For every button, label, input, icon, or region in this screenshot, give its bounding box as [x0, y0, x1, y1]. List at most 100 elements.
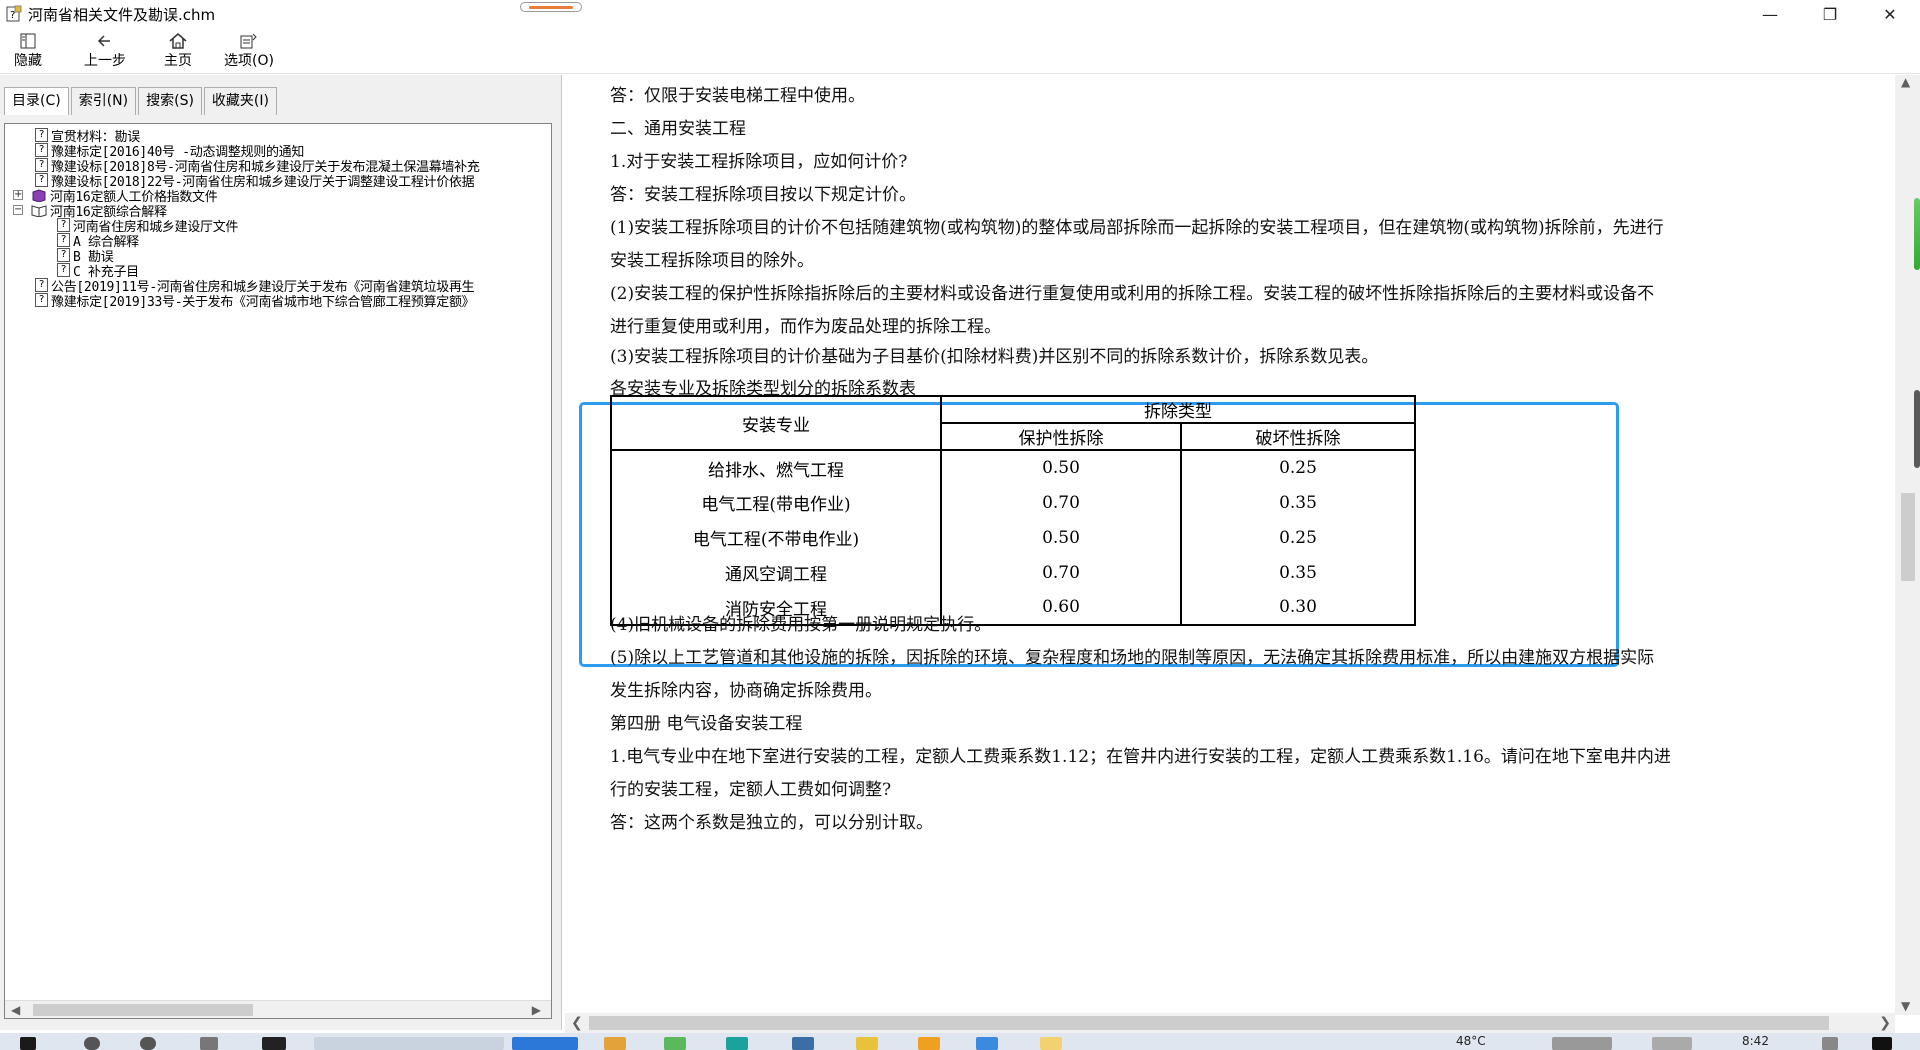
- help-page-icon: ?: [57, 248, 70, 262]
- paragraph: 行的安装工程，定额人工费如何调整?: [610, 780, 892, 800]
- back-button[interactable]: 上一步: [84, 28, 126, 74]
- taskbar-window-button[interactable]: [512, 1037, 578, 1050]
- table-row: 通风空调工程 0.70 0.35: [610, 555, 1416, 590]
- help-page-icon: ?: [35, 158, 48, 172]
- folder-icon[interactable]: [604, 1037, 626, 1050]
- toolbar: 隐藏 上一步 主页 选项(O): [0, 28, 1920, 74]
- expand-toggle[interactable]: +: [13, 190, 23, 200]
- scroll-left-icon[interactable]: ❮: [571, 1013, 583, 1033]
- back-label: 上一步: [84, 53, 126, 69]
- clock-time: 8:42: [1742, 1034, 1769, 1048]
- system-tray-icons[interactable]: [1552, 1037, 1612, 1050]
- paragraph: 发生拆除内容，协商确定拆除费用。: [610, 681, 882, 701]
- system-tray-icons[interactable]: [1652, 1037, 1692, 1050]
- help-page-icon: ?: [35, 173, 48, 187]
- cell-specialty: 通风空调工程: [610, 555, 942, 590]
- cortana-icon[interactable]: [140, 1037, 156, 1050]
- notification-icon[interactable]: [1822, 1037, 1838, 1050]
- app-icon[interactable]: [262, 1037, 286, 1050]
- home-button[interactable]: 主页: [164, 28, 192, 74]
- app-icon[interactable]: [664, 1037, 686, 1050]
- paragraph: 答：仅限于安装电梯工程中使用。: [610, 86, 865, 106]
- section-heading: 第四册 电气设备安装工程: [610, 714, 803, 734]
- paragraph: 进行重复使用或利用，而作为废品处理的拆除工程。: [610, 317, 1001, 337]
- tree-item[interactable]: ? 豫建标定[2019]33号-关于发布《河南省城市地下综合管廊工程预算定额》: [35, 291, 475, 310]
- paragraph: (5)除以上工艺管道和其他设施的拆除，因拆除的环境、复杂程度和场地的限制等原因，…: [610, 648, 1655, 668]
- options-icon: [238, 30, 260, 52]
- app-icon[interactable]: [976, 1037, 998, 1050]
- close-button[interactable]: ✕: [1860, 0, 1920, 28]
- show-desktop-icon[interactable]: [1872, 1037, 1892, 1050]
- nav-tabs: 目录(C) 索引(N) 搜索(S) 收藏夹(I): [4, 87, 279, 115]
- paragraph: 安装工程拆除项目的除外。: [610, 251, 814, 271]
- hide-button[interactable]: 隐藏: [14, 28, 42, 74]
- search-icon[interactable]: [84, 1037, 100, 1050]
- task-view-icon[interactable]: [200, 1037, 218, 1050]
- options-button[interactable]: 选项(O): [224, 28, 274, 74]
- app-icon[interactable]: [792, 1037, 814, 1050]
- paragraph: (1)安装工程拆除项目的计价不包括随建筑物(或构筑物)的整体或局部拆除而一起拆除…: [610, 218, 1664, 238]
- scroll-left-icon[interactable]: ◀: [11, 1001, 20, 1018]
- paragraph: (2)安装工程的保护性拆除指拆除后的主要材料或设备进行重复使用或利用的拆除工程。…: [610, 284, 1655, 304]
- topic-content: 答：仅限于安装电梯工程中使用。 二、通用安装工程 1.对于安装工程拆除项目，应如…: [565, 75, 1895, 1013]
- cell-destructive: 0.35: [1180, 555, 1416, 590]
- app-icon[interactable]: [856, 1037, 878, 1050]
- title-bar: ? 河南省相关文件及勘误.chm — ❐ ✕: [0, 0, 1920, 28]
- tab-index[interactable]: 索引(N): [70, 87, 137, 115]
- cell-specialty: 电气工程(带电作业): [610, 485, 942, 520]
- tab-contents[interactable]: 目录(C): [4, 87, 69, 115]
- minimize-button[interactable]: —: [1740, 0, 1800, 28]
- paragraph: 答：安装工程拆除项目按以下规定计价。: [610, 185, 916, 205]
- tree-item-label: 豫建标定[2019]33号-关于发布《河南省城市地下综合管廊工程预算定额》: [51, 294, 475, 310]
- table-row: 电气工程(带电作业) 0.70 0.35: [610, 485, 1416, 520]
- open-book-icon: [31, 204, 47, 218]
- hide-label: 隐藏: [14, 53, 42, 69]
- scroll-right-icon[interactable]: ▶: [532, 1001, 541, 1018]
- help-page-icon: ?: [57, 218, 70, 232]
- cell-specialty: 给排水、燃气工程: [610, 450, 942, 485]
- collapse-toggle[interactable]: −: [13, 205, 23, 215]
- paragraph: 1.对于安装工程拆除项目，应如何计价?: [610, 152, 908, 172]
- header-destructive: 破坏性拆除: [1180, 422, 1416, 451]
- scrollbar-thumb[interactable]: [1901, 493, 1915, 581]
- contents-tree: ? 宣贯材料：勘误 ? 豫建标定[2016]40号 -动态调整规则的通知 ? 豫…: [4, 123, 552, 1019]
- home-label: 主页: [164, 53, 192, 69]
- closed-book-icon: [31, 188, 47, 203]
- paragraph: 1.电气专业中在地下室进行安装的工程，定额人工费乘系数1.12；在管井内进行安装…: [610, 747, 1671, 767]
- cell-protective: 0.70: [940, 555, 1182, 590]
- cell-destructive: 0.25: [1180, 450, 1416, 485]
- header-specialty: 安装专业: [610, 395, 942, 451]
- side-indicator: [1914, 198, 1920, 270]
- app-icon[interactable]: [918, 1037, 940, 1050]
- home-icon: [167, 30, 189, 52]
- help-page-icon: ?: [35, 278, 48, 292]
- side-indicator: [1914, 390, 1920, 468]
- scrollbar-thumb[interactable]: [589, 1016, 1829, 1030]
- header-demolition-type: 拆除类型: [940, 395, 1416, 424]
- hide-pane-icon: [18, 30, 38, 52]
- scroll-right-icon[interactable]: ❯: [1879, 1013, 1891, 1033]
- cell-destructive: 0.25: [1180, 520, 1416, 555]
- tab-search[interactable]: 搜索(S): [138, 87, 202, 115]
- tab-favorites[interactable]: 收藏夹(I): [203, 87, 277, 115]
- table-row: 给排水、燃气工程 0.50 0.25: [610, 450, 1416, 485]
- app-icon[interactable]: [1040, 1037, 1062, 1050]
- restore-button[interactable]: ❐: [1800, 0, 1860, 28]
- header-protective: 保护性拆除: [940, 422, 1182, 451]
- content-horizontal-scrollbar[interactable]: ❮ ❯: [565, 1013, 1895, 1033]
- scroll-up-icon[interactable]: ▲: [1901, 75, 1910, 89]
- scrollbar-thumb[interactable]: [33, 1004, 253, 1016]
- taskbar-window-button[interactable]: [314, 1037, 504, 1050]
- app-icon[interactable]: [726, 1037, 748, 1050]
- cell-destructive: 0.30: [1180, 590, 1416, 626]
- start-icon[interactable]: [20, 1037, 36, 1050]
- back-arrow-icon: [95, 30, 115, 52]
- cell-specialty: 电气工程(不带电作业): [610, 520, 942, 555]
- scroll-down-icon[interactable]: ▼: [1901, 999, 1910, 1013]
- cell-protective: 0.50: [940, 450, 1182, 485]
- title-progress-pill: [520, 2, 582, 12]
- cell-protective: 0.70: [940, 485, 1182, 520]
- options-label: 选项(O): [224, 53, 274, 69]
- tree-horizontal-scrollbar[interactable]: ◀ ▶: [5, 1000, 551, 1018]
- cell-protective: 0.50: [940, 520, 1182, 555]
